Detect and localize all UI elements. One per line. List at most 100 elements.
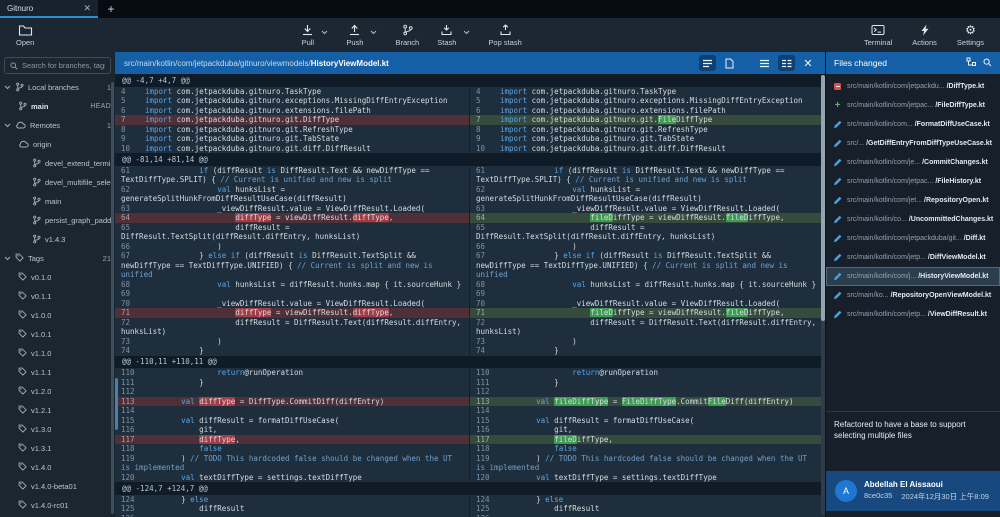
tree-item-v1.4.3[interactable]: v1.4.3: [0, 230, 115, 249]
commit-date: 2024年12月30日 上午8:09: [901, 491, 989, 502]
diff-row: 72 diffResult = DiffResult.Text(diffResu…: [115, 318, 825, 337]
tab-close-icon[interactable]: ✕: [83, 3, 91, 14]
modified-file-icon: [833, 139, 842, 148]
diff-row: 6969: [115, 289, 825, 299]
toolbar: Open Pull Push Branch: [0, 18, 1000, 52]
tree-item-v1.1.0[interactable]: v1.1.0: [0, 344, 115, 363]
diff-row: 8import com.jetpackduba.gitnuro.git.Refr…: [115, 125, 825, 135]
close-diff-icon[interactable]: ✕: [800, 57, 816, 70]
terminal-label: Terminal: [864, 38, 892, 47]
cloud-icon: [18, 140, 29, 150]
tree-item-main[interactable]: mainHEAD: [0, 97, 115, 116]
tab-gitnuro[interactable]: Gitnuro ✕: [0, 0, 98, 18]
tag-icon: [18, 291, 27, 302]
tag-icon: [18, 462, 27, 473]
branches-tree: Local branches1mainHEADRemotes1origindev…: [0, 78, 115, 517]
tree-item-v1.0.1[interactable]: v1.0.1: [0, 325, 115, 344]
push-dropdown-chevron-icon[interactable]: [370, 22, 377, 40]
stash-icon: [440, 24, 453, 36]
file-view-button[interactable]: [721, 55, 738, 71]
new-tab-button[interactable]: +: [98, 0, 124, 18]
split-view-button[interactable]: [778, 55, 795, 71]
diff-left-scrollbar-thumb[interactable]: [115, 378, 118, 430]
tree-item-v1.4.0-rc01[interactable]: v1.4.0-rc01: [0, 496, 115, 515]
file-row-repositoryopenviewmodel.kt[interactable]: src/main/ko... /RepositoryOpenViewModel.…: [826, 286, 1000, 305]
tree-view-icon[interactable]: [966, 54, 977, 72]
file-row-viewdiffresult.kt[interactable]: src/main/kotlin/com/jetp... /ViewDiffRes…: [826, 305, 1000, 324]
tree-item-v1.0.0[interactable]: v1.0.0: [0, 306, 115, 325]
tree-item-main[interactable]: main: [0, 192, 115, 211]
tree-item-persist_graph_paddin[interactable]: persist_graph_paddin: [0, 211, 115, 230]
file-row-commitchanges.kt[interactable]: src/main/kotlin/com/je... /CommitChanges…: [826, 153, 1000, 172]
diff-row: 4import com.jetpackduba.gitnuro.TaskType…: [115, 87, 825, 97]
window-tab-bar: Gitnuro ✕ +: [0, 0, 1000, 18]
tag-icon: [18, 329, 27, 340]
tree-item-devel_extend_termina[interactable]: devel_extend_termina: [0, 154, 115, 173]
open-repository-button[interactable]: Open: [10, 22, 40, 49]
tree-section-local-branches[interactable]: Local branches1: [0, 78, 115, 97]
terminal-button[interactable]: Terminal: [858, 22, 898, 49]
tree-section-tags[interactable]: Tags21: [0, 249, 115, 268]
tree-section-remotes[interactable]: Remotes1: [0, 116, 115, 135]
file-row-historyviewmodel.kt[interactable]: src/main/kotlin/com/j... /HistoryViewMod…: [826, 267, 1000, 286]
sidebar-scrollbar[interactable]: [111, 82, 114, 514]
push-button[interactable]: Push: [340, 22, 369, 49]
tree-item-v0.1.0[interactable]: v0.1.0: [0, 268, 115, 287]
tree-item-v1.4.0-beta01[interactable]: v1.4.0-beta01: [0, 477, 115, 496]
file-row-filehistory.kt[interactable]: src/main/kotlin/com/jetpac... /FileHisto…: [826, 172, 1000, 191]
branch-icon: [32, 158, 41, 170]
diff-row: 114114: [115, 406, 825, 416]
diff-row: 6import com.jetpackduba.gitnuro.extensio…: [115, 106, 825, 116]
pop-stash-button[interactable]: Pop stash: [482, 22, 527, 49]
actions-label: Actions: [912, 38, 937, 47]
stash-label: Stash: [437, 38, 456, 47]
tag-icon: [18, 367, 27, 378]
stash-button[interactable]: Stash: [431, 22, 462, 49]
pull-dropdown-chevron-icon[interactable]: [321, 22, 328, 40]
text-diff-view-button[interactable]: [699, 55, 716, 71]
removed-file-icon: [833, 83, 842, 90]
tree-item-origin[interactable]: origin: [0, 135, 115, 154]
commit-message: Refactored to have a base to support sel…: [826, 411, 1000, 471]
files-search-icon[interactable]: [983, 54, 992, 72]
diff-body: @@ -4,7 +4,7 @@4import com.jetpackduba.g…: [115, 74, 825, 517]
tree-item-v1.3.1[interactable]: v1.3.1: [0, 439, 115, 458]
tree-item-v1.2.0[interactable]: v1.2.0: [0, 382, 115, 401]
file-row-difftype.kt[interactable]: src/main/kotlin/com/jetpackdu... /DiffTy…: [826, 77, 1000, 96]
file-row-repositoryopen.kt[interactable]: src/main/kotlin/com/jet... /RepositoryOp…: [826, 191, 1000, 210]
modified-file-icon: [833, 120, 842, 129]
tree-item-devel_multifile_select[interactable]: devel_multifile_select: [0, 173, 115, 192]
unified-view-button[interactable]: [756, 55, 773, 71]
file-row-filedifftype.kt[interactable]: +src/main/kotlin/com/jetpac... /FileDiff…: [826, 96, 1000, 115]
commit-author-card[interactable]: A Abdellah El Aissaoui 8ce0c35 2024年12月3…: [826, 471, 1000, 511]
stash-dropdown-chevron-icon[interactable]: [463, 22, 470, 40]
app-window: Gitnuro ✕ + Open Pull Push: [0, 0, 1000, 517]
diff-row: 10import com.jetpackduba.gitnuro.git.dif…: [115, 144, 825, 154]
diff-scrollbar[interactable]: [821, 75, 825, 515]
modified-file-icon: [833, 310, 842, 319]
tag-icon: [18, 310, 27, 321]
file-row-diffviewmodel.kt[interactable]: src/main/kotlin/com/jetp... /DiffViewMod…: [826, 248, 1000, 267]
settings-label: Settings: [957, 38, 984, 47]
pull-button[interactable]: Pull: [295, 22, 320, 49]
branch-button[interactable]: Branch: [389, 22, 425, 49]
diff-row: 7import com.jetpackduba.gitnuro.git.Diff…: [115, 115, 825, 125]
branch-search-input[interactable]: Search for branches, tags ...: [4, 57, 111, 74]
branch-icon: [15, 82, 24, 94]
tree-item-v1.1.1[interactable]: v1.1.1: [0, 363, 115, 382]
diff-header: src/main/kotlin/com/jetpackduba/gitnuro/…: [115, 52, 825, 74]
actions-button[interactable]: Actions: [906, 22, 943, 49]
tree-item-v1.3.0[interactable]: v1.3.0: [0, 420, 115, 439]
file-row-formatdiffusecase.kt[interactable]: src/main/kotlin/com... /FormatDiffUseCas…: [826, 115, 1000, 134]
hunk-header: @@ -81,14 +81,14 @@: [115, 153, 825, 166]
file-row-getdiffentryfromdifftypeusecase.kt[interactable]: src/... /GetDiffEntryFromDiffTypeUseCase…: [826, 134, 1000, 153]
file-row-diff.kt[interactable]: src/main/kotlin/com/jetpackduba/git... /…: [826, 229, 1000, 248]
diff-row: 65 diffResult = DiffResult.TextSplit(dif…: [115, 223, 825, 242]
tree-item-v0.1.1[interactable]: v0.1.1: [0, 287, 115, 306]
push-label: Push: [346, 38, 363, 47]
tree-item-v1.2.1[interactable]: v1.2.1: [0, 401, 115, 420]
file-row-uncommittedchanges.kt[interactable]: src/main/kotlin/co... /UncommittedChange…: [826, 210, 1000, 229]
settings-button[interactable]: ⚙ Settings: [951, 22, 990, 49]
push-icon: [348, 24, 361, 36]
tree-item-v1.4.0[interactable]: v1.4.0: [0, 458, 115, 477]
